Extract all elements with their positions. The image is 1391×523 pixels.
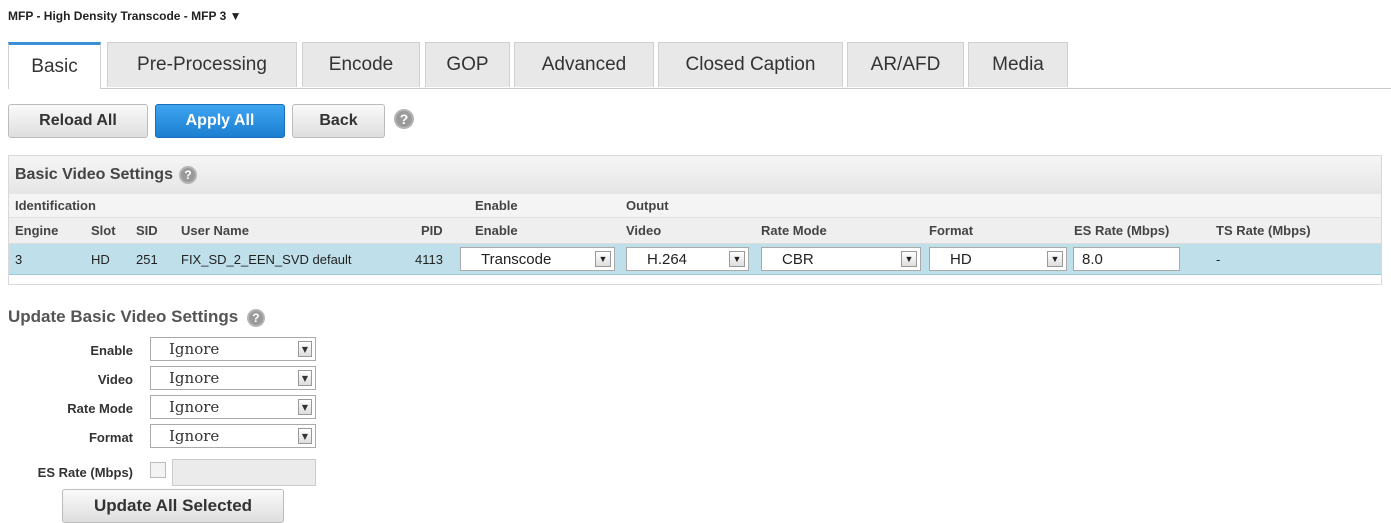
format-select[interactable]: HD ▼	[929, 247, 1067, 271]
col-engine: Engine	[15, 223, 59, 238]
tab-pre-processing[interactable]: Pre-Processing	[107, 42, 297, 87]
col-es-rate: ES Rate (Mbps)	[1074, 223, 1170, 238]
update-section-title: Update Basic Video Settings ?	[8, 307, 265, 327]
chevron-down-icon: ▼	[298, 428, 312, 444]
panel-title: Basic Video Settings	[15, 166, 173, 183]
tab-gop[interactable]: GOP	[425, 42, 510, 87]
help-icon[interactable]: ?	[246, 308, 265, 327]
tab-ar-afd[interactable]: AR/AFD	[847, 42, 964, 87]
chevron-down-icon: ▼	[298, 341, 312, 357]
enable-select-value: Transcode	[481, 250, 552, 268]
update-video-value: Ignore	[169, 369, 220, 387]
col-ts-rate: TS Rate (Mbps)	[1216, 223, 1311, 238]
cell-sid: 251	[136, 252, 158, 267]
panel-header: Basic Video Settings ?	[9, 156, 1381, 195]
es-rate-label: ES Rate (Mbps)	[37, 465, 133, 480]
update-format-value: Ignore	[169, 427, 220, 445]
col-pid: PID	[421, 223, 443, 238]
rate-mode-select[interactable]: CBR ▼	[761, 247, 921, 271]
update-title-text: Update Basic Video Settings	[8, 307, 239, 326]
column-header-row: Engine Slot SID User Name PID Enable Vid…	[9, 218, 1381, 244]
cell-engine: 3	[15, 252, 23, 267]
format-select-value: HD	[950, 250, 972, 268]
tab-bar: Basic Pre-Processing Encode GOP Advanced…	[8, 42, 1391, 89]
col-user-name: User Name	[181, 223, 249, 238]
format-label: Format	[88, 430, 133, 445]
es-rate-update-input	[172, 459, 316, 486]
update-rate-mode-value: Ignore	[169, 398, 220, 416]
cell-slot: HD	[91, 252, 110, 267]
update-rate-mode-select[interactable]: Ignore ▼	[150, 395, 316, 419]
tab-advanced[interactable]: Advanced	[514, 42, 654, 87]
cell-ts-rate: -	[1216, 252, 1221, 267]
rate-mode-label: Rate Mode	[67, 401, 133, 416]
cell-user-name: FIX_SD_2_EEN_SVD default	[181, 252, 352, 267]
apply-all-button[interactable]: Apply All	[155, 104, 285, 138]
update-video-select[interactable]: Ignore ▼	[150, 366, 316, 390]
cell-pid: 4113	[415, 252, 443, 267]
col-slot: Slot	[91, 223, 116, 238]
tab-media[interactable]: Media	[968, 42, 1068, 87]
es-rate-checkbox[interactable]	[150, 462, 166, 478]
page-title[interactable]: MFP - High Density Transcode - MFP 3 ▼	[8, 9, 241, 23]
chevron-down-icon: ▼	[298, 370, 312, 386]
col-video: Video	[626, 223, 662, 238]
group-output: Output	[626, 198, 669, 213]
chevron-down-icon: ▼	[1047, 251, 1063, 267]
update-enable-select[interactable]: Ignore ▼	[150, 337, 316, 361]
es-rate-value: 8.0	[1082, 250, 1103, 268]
back-button[interactable]: Back	[292, 104, 385, 138]
video-label: Video	[97, 372, 133, 387]
update-all-selected-button[interactable]: Update All Selected	[62, 489, 284, 523]
rate-mode-select-value: CBR	[782, 250, 814, 268]
es-rate-input[interactable]: 8.0	[1073, 247, 1180, 271]
chevron-down-icon: ▼	[298, 399, 312, 415]
tab-encode[interactable]: Encode	[302, 42, 420, 87]
tab-closed-caption[interactable]: Closed Caption	[658, 42, 843, 87]
col-format: Format	[929, 223, 974, 238]
chevron-down-icon: ▼	[901, 251, 917, 267]
enable-label: Enable	[90, 343, 133, 358]
basic-video-settings-panel: Basic Video Settings ? Identification En…	[8, 155, 1382, 285]
video-select-value: H.264	[647, 250, 688, 268]
enable-select[interactable]: Transcode ▼	[460, 247, 615, 271]
video-select[interactable]: H.264 ▼	[626, 247, 749, 271]
update-format-select[interactable]: Ignore ▼	[150, 424, 316, 448]
col-rate-mode: Rate Mode	[761, 223, 827, 238]
col-enable: Enable	[475, 223, 518, 238]
chevron-down-icon: ▼	[595, 251, 611, 267]
update-enable-value: Ignore	[169, 340, 220, 358]
table-row[interactable]: 3 HD 251 FIX_SD_2_EEN_SVD default 4113 T…	[9, 244, 1381, 275]
group-identification: Identification	[15, 198, 96, 213]
tab-basic[interactable]: Basic	[8, 42, 101, 89]
col-sid: SID	[136, 223, 158, 238]
help-icon[interactable]: ?	[178, 166, 197, 184]
help-icon[interactable]: ?	[394, 109, 414, 129]
reload-all-button[interactable]: Reload All	[8, 104, 148, 138]
chevron-down-icon: ▼	[729, 251, 745, 267]
column-group-row: Identification Enable Output	[9, 194, 1381, 218]
group-enable: Enable	[475, 198, 518, 213]
